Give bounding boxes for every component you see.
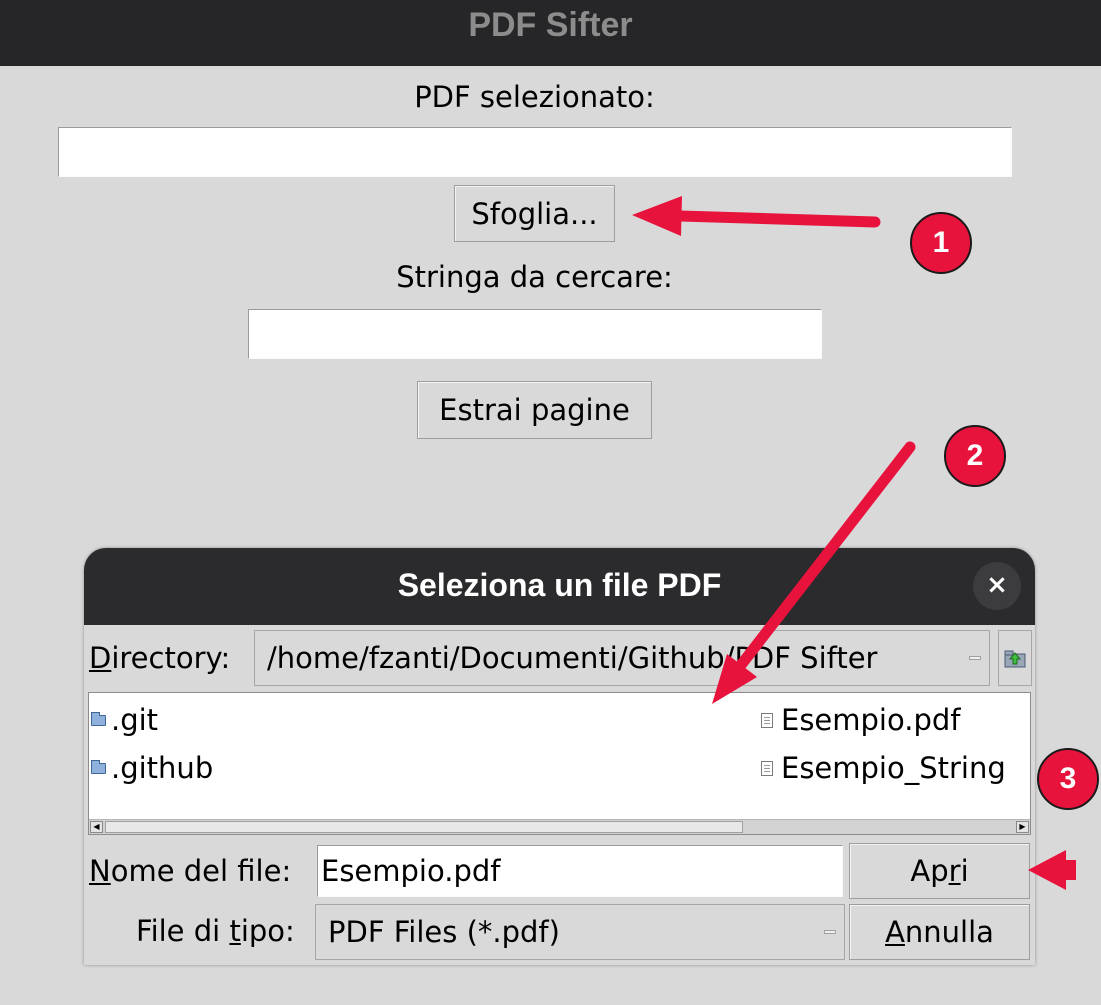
step-marker-2: 2	[944, 425, 1006, 487]
directory-path: /home/fzanti/Documenti/Github/PDF Sifter	[267, 641, 878, 675]
directory-combobox[interactable]: /home/fzanti/Documenti/Github/PDF Sifter	[254, 630, 990, 686]
filename-value: Esempio.pdf	[321, 854, 501, 888]
filename-label: Nome del file:	[89, 854, 292, 888]
list-item[interactable]: Esempio.pdf	[761, 703, 960, 737]
file-list[interactable]: .git .github Esempio.pdf Esempio_String …	[88, 692, 1031, 835]
dropdown-arrow-icon	[824, 930, 836, 934]
scrollbar-thumb[interactable]	[105, 821, 743, 833]
search-string-label: Stringa da cercare:	[396, 260, 673, 294]
cancel-button[interactable]: Annulla	[849, 904, 1030, 960]
window-title: PDF Sifter	[468, 6, 633, 44]
pdf-path-input[interactable]	[58, 127, 1012, 177]
scroll-left-icon[interactable]: ◀	[90, 821, 103, 833]
extract-pages-button[interactable]: Estrai pagine	[417, 381, 652, 439]
filetype-value: PDF Files (*.pdf)	[328, 915, 560, 949]
arrow-3	[1028, 850, 1076, 890]
browse-button[interactable]: Sfoglia...	[454, 185, 615, 242]
dialog-titlebar: Seleziona un file PDF	[84, 548, 1035, 625]
filename-input[interactable]: Esempio.pdf	[317, 845, 843, 897]
arrow-1	[632, 196, 881, 236]
list-item[interactable]: .git	[91, 703, 158, 737]
directory-label: Directory:	[89, 641, 231, 675]
dropdown-arrow-icon	[969, 656, 981, 660]
window-titlebar: PDF Sifter	[0, 0, 1101, 66]
pdf-selected-label: PDF selezionato:	[414, 80, 655, 114]
list-item[interactable]: Esempio_String	[761, 751, 1006, 785]
file-name: Esempio_String	[781, 751, 1006, 785]
document-icon	[761, 760, 773, 776]
file-dialog: Seleziona un file PDF × Directory: /home…	[84, 548, 1035, 965]
search-string-input[interactable]	[248, 309, 822, 359]
folder-icon	[91, 759, 106, 774]
parent-directory-button[interactable]	[998, 630, 1032, 686]
parent-directory-icon	[1004, 650, 1026, 668]
horizontal-scrollbar[interactable]: ◀ ▶	[89, 819, 1030, 834]
folder-name: .github	[111, 751, 214, 785]
list-item[interactable]: .github	[91, 751, 213, 785]
document-icon	[761, 712, 773, 728]
file-name: Esempio.pdf	[781, 703, 961, 737]
folder-icon	[91, 711, 106, 726]
close-icon[interactable]: ×	[973, 562, 1021, 610]
dialog-title: Seleziona un file PDF	[397, 567, 722, 603]
filetype-label: File di tipo:	[136, 914, 295, 948]
filetype-combobox[interactable]: PDF Files (*.pdf)	[315, 904, 845, 960]
step-marker-3: 3	[1037, 748, 1099, 810]
step-marker-1: 1	[910, 212, 972, 274]
open-button[interactable]: Ap r i	[849, 843, 1030, 899]
folder-name: .git	[111, 703, 159, 737]
scroll-right-icon[interactable]: ▶	[1016, 821, 1029, 833]
